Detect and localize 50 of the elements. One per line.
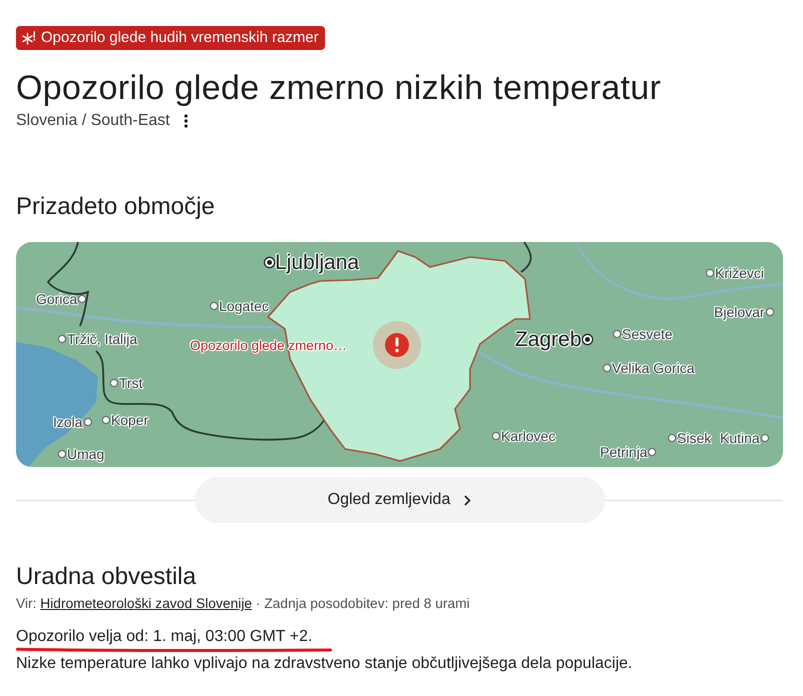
source-line: Vir: Hidrometeorološki zavod Slovenije · Zadnja posodobitev: pred 8 urami	[16, 595, 471, 613]
warning-pin-icon[interactable]	[373, 321, 421, 369]
border-line	[520, 242, 532, 273]
place-dot-icon	[102, 416, 110, 424]
body-text: Nizke temperature lahko vplivajo na zdravstveno stanje občutljivejšega dela populacije.	[16, 654, 634, 674]
place-label: Izola	[53, 414, 83, 430]
chevron-right-icon	[464, 494, 472, 506]
place-label: Umag	[67, 446, 104, 462]
page-title: Opozorilo glede zmerno nizkih temperatur	[16, 68, 662, 108]
place-dot-icon	[668, 434, 676, 442]
place-label: Tržič, Italija	[67, 331, 138, 347]
view-map-button[interactable]: Ogled zemljevida	[194, 477, 604, 523]
place-label: Kutina	[720, 430, 760, 446]
place-label: Ljubljana	[275, 250, 360, 275]
more-options-icon[interactable]	[184, 114, 188, 128]
place-label: Bjelovar	[714, 304, 765, 320]
place-label: Gorica	[36, 291, 78, 307]
place-label: Koper	[111, 412, 148, 428]
place-label: Petrinja	[600, 444, 648, 460]
place-dot-icon	[78, 295, 86, 303]
place-label: Logatec	[219, 298, 269, 314]
place-label: Velika Gorica	[612, 360, 694, 376]
location-label: Slovenia / South-East	[16, 111, 170, 131]
place-dot-icon	[648, 448, 656, 456]
alert-area-label: Opozorilo glede zmerno…	[190, 338, 347, 354]
place-dot-icon	[766, 308, 774, 316]
source-link[interactable]: Hidrometeorološki zavod Slovenije	[40, 596, 252, 611]
section-heading: Prizadeto območje	[16, 193, 216, 221]
place-label: Sesvete	[622, 326, 673, 342]
place-dot-icon	[760, 434, 769, 442]
place-label: Trst	[119, 375, 143, 391]
validity-text: Opozorilo velja od: 1. maj, 03:00 GMT +2.	[16, 628, 312, 645]
capital-dot-icon	[582, 335, 592, 344]
place-dot-icon	[706, 269, 714, 277]
place-label: Zagreb	[515, 327, 582, 352]
place-dot-icon	[84, 418, 92, 426]
place-label: Križevci	[715, 265, 764, 281]
place-label: Sisek	[677, 430, 712, 446]
section-heading: Uradna obvestila	[16, 563, 198, 591]
alert-badge-label: Opozorilo glede hudih vremenskih razmer	[41, 29, 319, 47]
place-dot-icon	[492, 432, 500, 440]
place-dot-icon	[58, 450, 66, 458]
place-dot-icon	[110, 379, 118, 387]
place-dot-icon	[603, 364, 611, 372]
snowflake-warning-icon	[22, 31, 36, 45]
place-dot-icon	[58, 335, 66, 343]
place-dot-icon	[613, 330, 621, 338]
capital-dot-icon	[265, 258, 274, 267]
place-dot-icon	[210, 302, 218, 310]
place-label: Karlovec	[501, 428, 556, 444]
